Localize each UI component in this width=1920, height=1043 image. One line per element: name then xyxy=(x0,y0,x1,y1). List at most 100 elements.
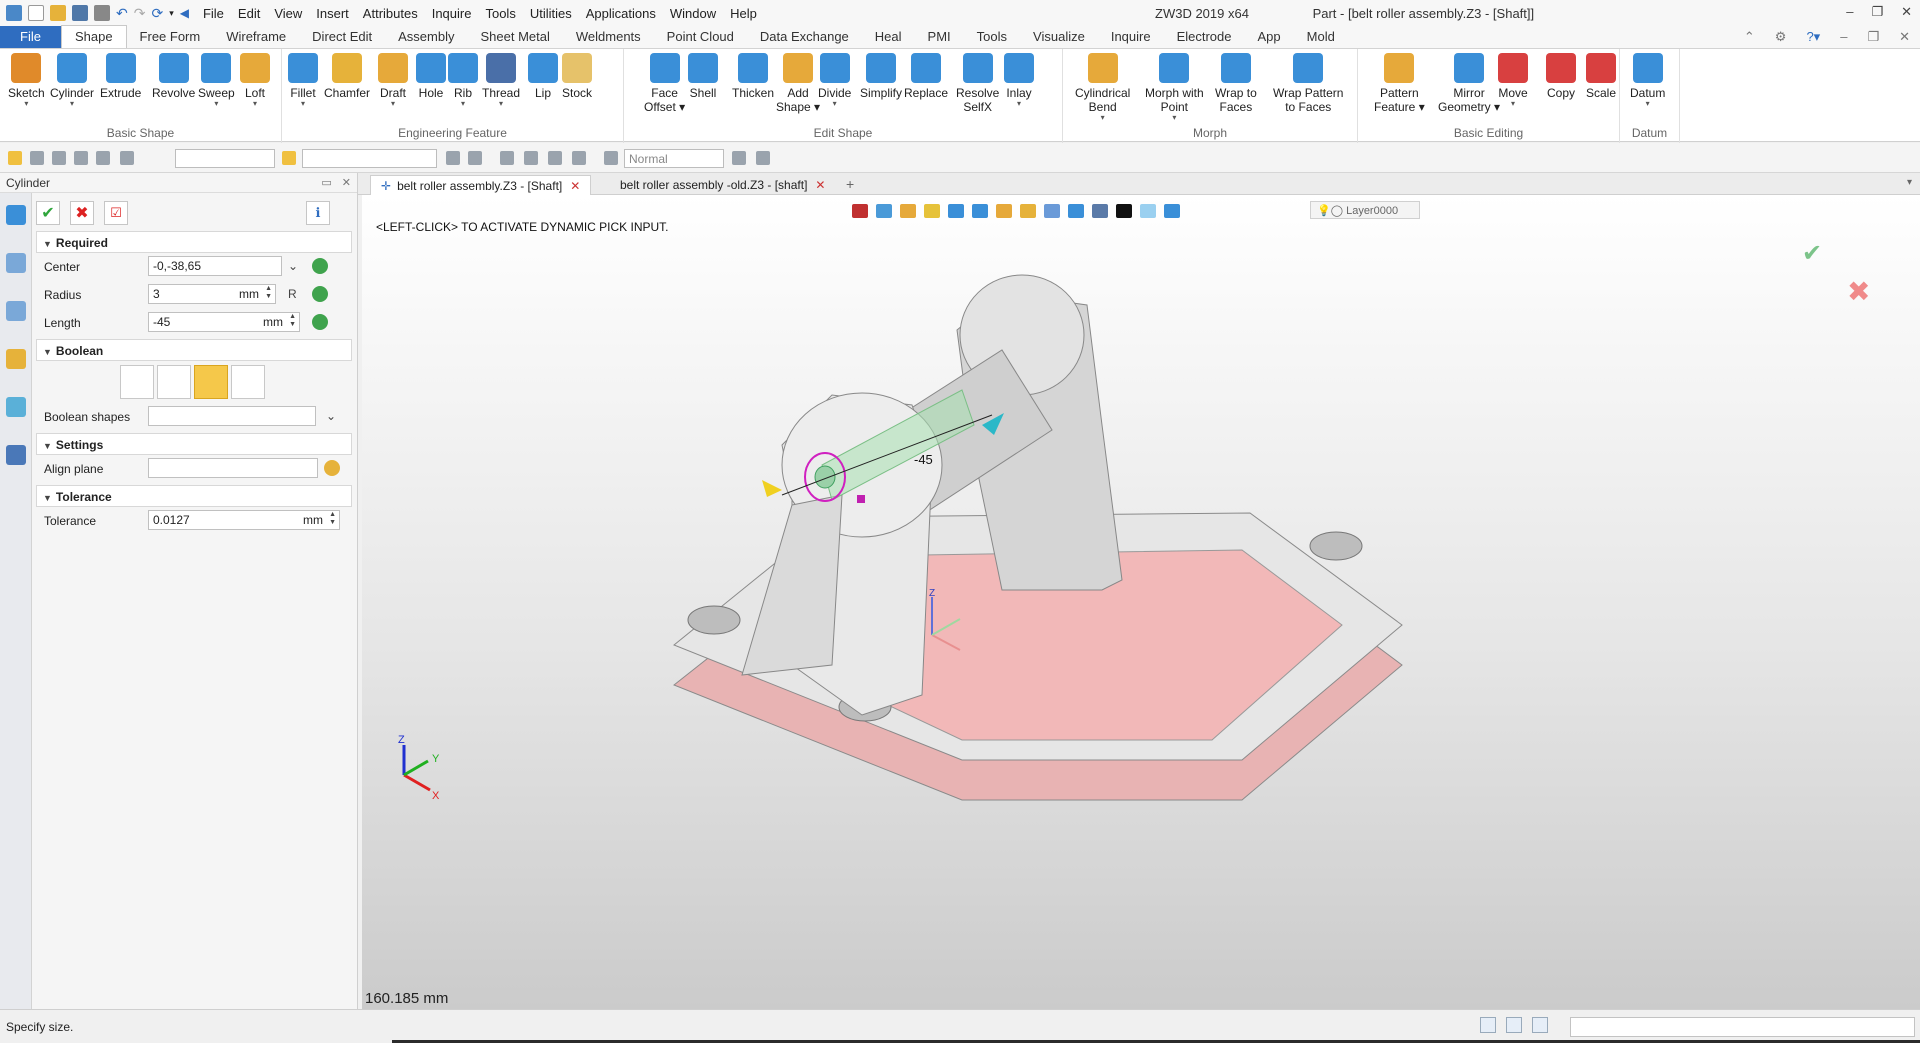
ribbon-button-sketch[interactable]: Sketch ▾ xyxy=(8,53,45,108)
pick-cursor-icon[interactable] xyxy=(8,151,22,165)
part-library-icon[interactable] xyxy=(6,349,26,369)
ribbon-button-replace[interactable]: Replace xyxy=(904,53,948,100)
radius-pick-icon[interactable] xyxy=(312,286,328,302)
menu-attributes[interactable]: Attributes xyxy=(363,6,418,21)
view-manager-icon[interactable] xyxy=(6,397,26,417)
ribbon-button-thicken[interactable]: Thicken xyxy=(732,53,774,100)
center-field[interactable]: -0,-38,65 xyxy=(148,256,282,276)
chevron-down-icon[interactable]: ▾ xyxy=(1630,100,1665,108)
tab-app[interactable]: App xyxy=(1245,26,1294,48)
command-input[interactable] xyxy=(1570,1017,1915,1037)
ribbon-button-revolve[interactable]: Revolve xyxy=(152,53,195,100)
menu-tools[interactable]: Tools xyxy=(485,6,515,21)
doc-tab-close-icon[interactable]: ✕ xyxy=(570,179,580,193)
chevron-down-icon[interactable]: ▾ xyxy=(818,100,851,108)
length-field[interactable]: -45 mm ▲ ▼ xyxy=(148,312,300,332)
chevron-down-icon[interactable]: ▾ xyxy=(378,100,408,108)
tab-heal[interactable]: Heal xyxy=(862,26,915,48)
shape-filter-icon[interactable] xyxy=(120,151,134,165)
radius-mode-toggle[interactable]: R xyxy=(288,287,297,301)
add-body-icon[interactable] xyxy=(157,365,191,399)
tab-sheet-metal[interactable]: Sheet Metal xyxy=(468,26,563,48)
3d-viewport[interactable]: <LEFT-CLICK> TO ACTIVATE DYNAMIC PICK IN… xyxy=(362,195,1920,1009)
help-icon[interactable]: ?▾ xyxy=(1806,29,1820,45)
refresh-icon[interactable]: ⟳ xyxy=(151,5,163,22)
ribbon-button-scale[interactable]: Scale xyxy=(1586,53,1616,100)
ribbon-button-inlay[interactable]: Inlay ▾ xyxy=(1004,53,1034,108)
ribbon-button-copy[interactable]: Copy xyxy=(1546,53,1576,100)
ribbon-button-sweep[interactable]: Sweep ▾ xyxy=(198,53,235,108)
panel-close-icon[interactable]: ✕ xyxy=(342,176,351,189)
ribbon-button-extrude[interactable]: Extrude xyxy=(100,53,141,100)
ribbon-button-datum[interactable]: Datum ▾ xyxy=(1630,53,1665,108)
radius-stepper[interactable]: ▲ ▼ xyxy=(265,285,272,301)
ribbon-button-loft[interactable]: Loft ▾ xyxy=(240,53,270,108)
menu-edit[interactable]: Edit xyxy=(238,6,260,21)
menu-insert[interactable]: Insert xyxy=(316,6,349,21)
spacing-icon[interactable] xyxy=(500,151,514,165)
gear-icon[interactable] xyxy=(604,151,618,165)
tab-data-exchange[interactable]: Data Exchange xyxy=(747,26,862,48)
chevron-down-icon[interactable]: ▾ xyxy=(1004,100,1034,108)
ribbon-button-pattern[interactable]: Pattern Feature ▾ xyxy=(1374,53,1425,114)
back-arrow-icon[interactable]: ◀ xyxy=(180,6,189,20)
distribute-icon[interactable] xyxy=(468,151,482,165)
base-body-icon[interactable] xyxy=(120,365,154,399)
doc-restore-icon[interactable]: ❐ xyxy=(1867,29,1879,45)
ribbon-button-mirror[interactable]: Mirror Geometry ▾ xyxy=(1438,53,1500,114)
restore-icon[interactable]: ❐ xyxy=(1871,4,1883,20)
align-plane-field[interactable] xyxy=(148,458,318,478)
chevron-down-icon[interactable]: ▾ xyxy=(1498,100,1528,108)
length-pick-icon[interactable] xyxy=(312,314,328,330)
ribbon-button-draft[interactable]: Draft ▾ xyxy=(378,53,408,108)
tab-visualize[interactable]: Visualize xyxy=(1020,26,1098,48)
length-stepper[interactable]: ▲ ▼ xyxy=(289,313,296,329)
boolean-shapes-field[interactable] xyxy=(148,406,316,426)
assembly-manager-icon[interactable] xyxy=(6,301,26,321)
ribbon-button-chamfer[interactable]: Chamfer xyxy=(324,53,370,100)
tolerance-stepper[interactable]: ▲ ▼ xyxy=(329,511,336,527)
filter-combo[interactable] xyxy=(175,149,275,168)
ribbon-button-hole[interactable]: Hole xyxy=(416,53,446,100)
radius-field[interactable]: 3 mm ▲ ▼ xyxy=(148,284,276,304)
ribbon-button-add[interactable]: Add Shape ▾ xyxy=(776,53,820,114)
tab-assembly[interactable]: Assembly xyxy=(385,26,467,48)
tab-electrode[interactable]: Electrode xyxy=(1164,26,1245,48)
ribbon-button-rib[interactable]: Rib ▾ xyxy=(448,53,478,108)
ribbon-button-stock[interactable]: Stock xyxy=(562,53,592,100)
snap-icon[interactable] xyxy=(282,151,296,165)
menu-inquire[interactable]: Inquire xyxy=(432,6,472,21)
tab-file[interactable]: File xyxy=(0,26,61,48)
redo-icon[interactable]: ↷ xyxy=(134,5,146,22)
expand-icon[interactable]: ⌄ xyxy=(288,259,298,273)
chevron-down-icon[interactable]: ▾ xyxy=(198,100,235,108)
ribbon-button-divide[interactable]: Divide ▾ xyxy=(818,53,851,108)
boolean-header[interactable]: ▼ Boolean xyxy=(36,339,352,361)
ribbon-button-fillet[interactable]: Fillet ▾ xyxy=(288,53,318,108)
filter-icon[interactable] xyxy=(30,151,44,165)
chevron-down-icon[interactable]: ▾ xyxy=(169,8,174,19)
tab-wireframe[interactable]: Wireframe xyxy=(213,26,299,48)
boolean-expand-icon[interactable]: ⌄ xyxy=(326,409,336,423)
tab-inquire[interactable]: Inquire xyxy=(1098,26,1164,48)
chevron-down-icon[interactable]: ▾ xyxy=(448,100,478,108)
chevron-down-icon[interactable]: ▾ xyxy=(288,100,318,108)
face-filter-icon[interactable] xyxy=(96,151,110,165)
pin-icon[interactable]: ▭ xyxy=(321,176,331,189)
ribbon-button-face[interactable]: Face Offset ▾ xyxy=(644,53,685,114)
display-mode-combo[interactable]: Normal xyxy=(624,149,724,168)
print-icon[interactable] xyxy=(94,5,110,21)
pointer-icon[interactable] xyxy=(732,151,746,165)
status-list-icon[interactable] xyxy=(1532,1017,1548,1033)
tab-list-icon[interactable]: ▾ xyxy=(1907,177,1912,188)
collapse-ribbon-icon[interactable]: ⌃ xyxy=(1744,29,1755,45)
tab-mold[interactable]: Mold xyxy=(1294,26,1348,48)
remove-body-icon[interactable] xyxy=(194,365,228,399)
menu-view[interactable]: View xyxy=(274,6,302,21)
close-icon[interactable]: ✕ xyxy=(1901,4,1912,20)
open-file-icon[interactable] xyxy=(50,5,66,21)
tab-pmi[interactable]: PMI xyxy=(915,26,964,48)
doc-tab-active[interactable]: ✛ belt roller assembly.Z3 - [Shaft] ✕ xyxy=(370,175,592,195)
ribbon-button-shell[interactable]: Shell xyxy=(688,53,718,100)
ribbon-button-cylinder[interactable]: Cylinder ▾ xyxy=(50,53,94,108)
